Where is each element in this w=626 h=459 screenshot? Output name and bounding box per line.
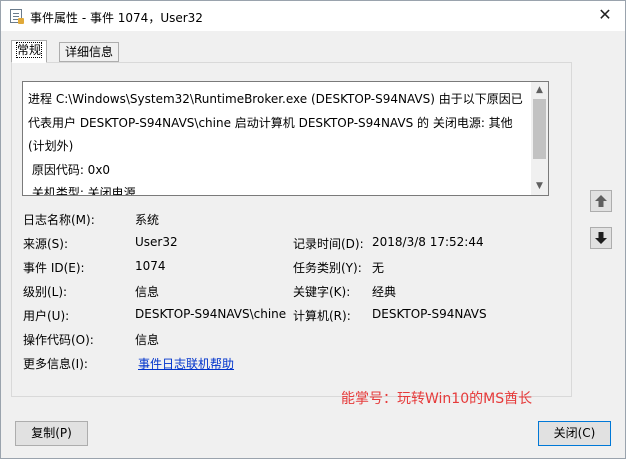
task-category-value: 无 — [372, 261, 385, 275]
event-log-online-help-link[interactable]: 事件日志联机帮助 — [138, 355, 234, 372]
source-label: 来源(S): — [23, 237, 69, 251]
event-id-value: 1074 — [135, 259, 166, 273]
arrow-down-icon — [595, 232, 607, 244]
event-properties-window: 事件属性 - 事件 1074，User32 ✕ 常规 详细信息 进程 C:\Wi… — [0, 0, 626, 459]
watermark-text: 能掌号：玩转Win10的MS酋长 — [341, 391, 533, 407]
scroll-down-arrow-icon[interactable]: ▼ — [531, 178, 548, 195]
event-description-box[interactable]: 进程 C:\Windows\System32\RuntimeBroker.exe… — [22, 81, 549, 196]
level-label: 级别(L): — [23, 285, 68, 299]
log-name-value: 系统 — [135, 213, 160, 227]
tab-general-label: 常规 — [15, 42, 43, 58]
logged-value: 2018/3/8 17:52:44 — [372, 235, 484, 249]
scroll-thumb[interactable] — [533, 99, 546, 159]
next-event-button[interactable] — [590, 227, 612, 249]
event-description-text: 进程 C:\Windows\System32\RuntimeBroker.exe… — [28, 92, 523, 196]
title-bar[interactable]: 事件属性 - 事件 1074，User32 ✕ — [1, 1, 625, 31]
logged-label: 记录时间(D): — [293, 237, 364, 251]
close-button[interactable]: 关闭(C) — [538, 421, 611, 446]
copy-button[interactable]: 复制(P) — [15, 421, 88, 446]
tab-details-label: 详细信息 — [65, 45, 114, 59]
event-id-label: 事件 ID(E): — [23, 261, 85, 275]
close-window-button[interactable]: ✕ — [585, 1, 625, 31]
opcode-label: 操作代码(O): — [23, 333, 94, 347]
arrow-up-icon — [595, 195, 607, 207]
keywords-value: 经典 — [372, 285, 397, 299]
tab-general[interactable]: 常规 — [11, 40, 48, 63]
keywords-label: 关键字(K): — [293, 285, 351, 299]
source-value: User32 — [135, 235, 178, 249]
computer-label: 计算机(R): — [293, 309, 351, 323]
description-scrollbar[interactable]: ▲ ▼ — [531, 82, 548, 195]
event-document-icon — [10, 9, 24, 24]
scroll-up-arrow-icon[interactable]: ▲ — [531, 82, 548, 99]
level-value: 信息 — [135, 285, 160, 299]
window-title: 事件属性 - 事件 1074，User32 — [30, 11, 203, 25]
more-info-label: 更多信息(I): — [23, 357, 88, 371]
tab-details[interactable]: 详细信息 — [59, 42, 120, 62]
user-label: 用户(U): — [23, 309, 70, 323]
opcode-value: 信息 — [135, 333, 160, 347]
computer-value: DESKTOP-S94NAVS — [372, 307, 487, 321]
previous-event-button[interactable] — [590, 190, 612, 212]
user-value: DESKTOP-S94NAVS\chine — [135, 307, 287, 321]
task-category-label: 任务类别(Y): — [293, 261, 362, 275]
log-name-label: 日志名称(M): — [23, 213, 95, 227]
